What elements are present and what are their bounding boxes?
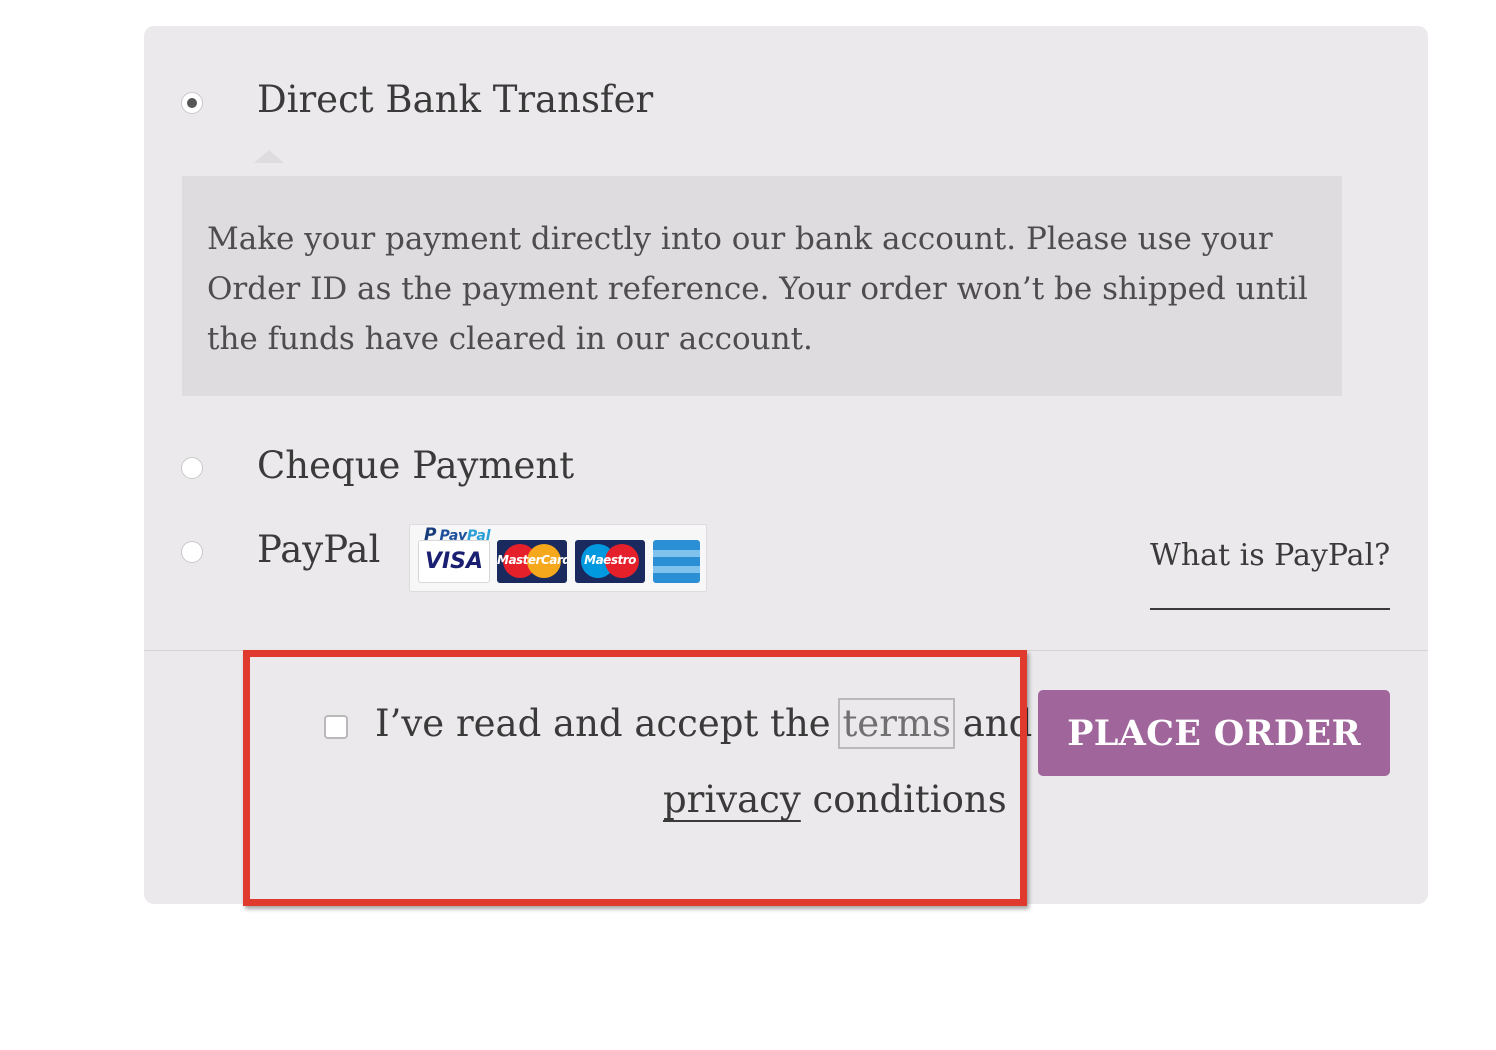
what-is-paypal-link[interactable]: What is PayPal?	[1150, 538, 1390, 573]
radio-paypal[interactable]	[181, 541, 203, 563]
paypal-acceptance-logos: P PayPal VISA MasterCard Maestro	[409, 524, 707, 592]
payment-panel: Direct Bank Transfer Make your payment d…	[144, 26, 1428, 904]
terms-checkbox[interactable]	[324, 715, 348, 739]
place-order-button[interactable]: PLACE ORDER	[1038, 690, 1390, 776]
mastercard-card-text: MasterCard	[497, 553, 567, 567]
method-label-direct-bank-transfer[interactable]: Direct Bank Transfer	[257, 78, 653, 121]
maestro-card-text: Maestro	[584, 553, 636, 567]
method-label-cheque-payment[interactable]: Cheque Payment	[257, 444, 574, 487]
terms-text-line-1: I’ve read and accept the terms and	[375, 698, 1033, 749]
radio-cheque-payment[interactable]	[181, 457, 203, 479]
bank-transfer-description-text: Make your payment directly into our bank…	[207, 221, 1308, 357]
what-is-paypal-underline	[1150, 608, 1390, 610]
terms-prefix-text: I’ve read and accept the	[375, 702, 843, 745]
amex-card-icon	[653, 540, 700, 583]
terms-link[interactable]: terms	[838, 698, 955, 749]
mastercard-card-icon: MasterCard	[497, 540, 567, 583]
description-pointer	[254, 150, 284, 163]
terms-text-line-2: privacy conditions	[663, 778, 1007, 821]
terms-middle-text: and	[950, 702, 1033, 745]
privacy-link[interactable]: privacy	[663, 778, 801, 821]
radio-direct-bank-transfer[interactable]	[181, 92, 203, 114]
section-divider	[144, 650, 1428, 651]
terms-suffix-text: conditions	[800, 778, 1007, 821]
visa-card-icon: VISA	[418, 540, 490, 583]
method-label-paypal[interactable]: PayPal	[257, 528, 380, 571]
maestro-card-icon: Maestro	[575, 540, 645, 583]
bank-transfer-description: Make your payment directly into our bank…	[182, 176, 1342, 396]
